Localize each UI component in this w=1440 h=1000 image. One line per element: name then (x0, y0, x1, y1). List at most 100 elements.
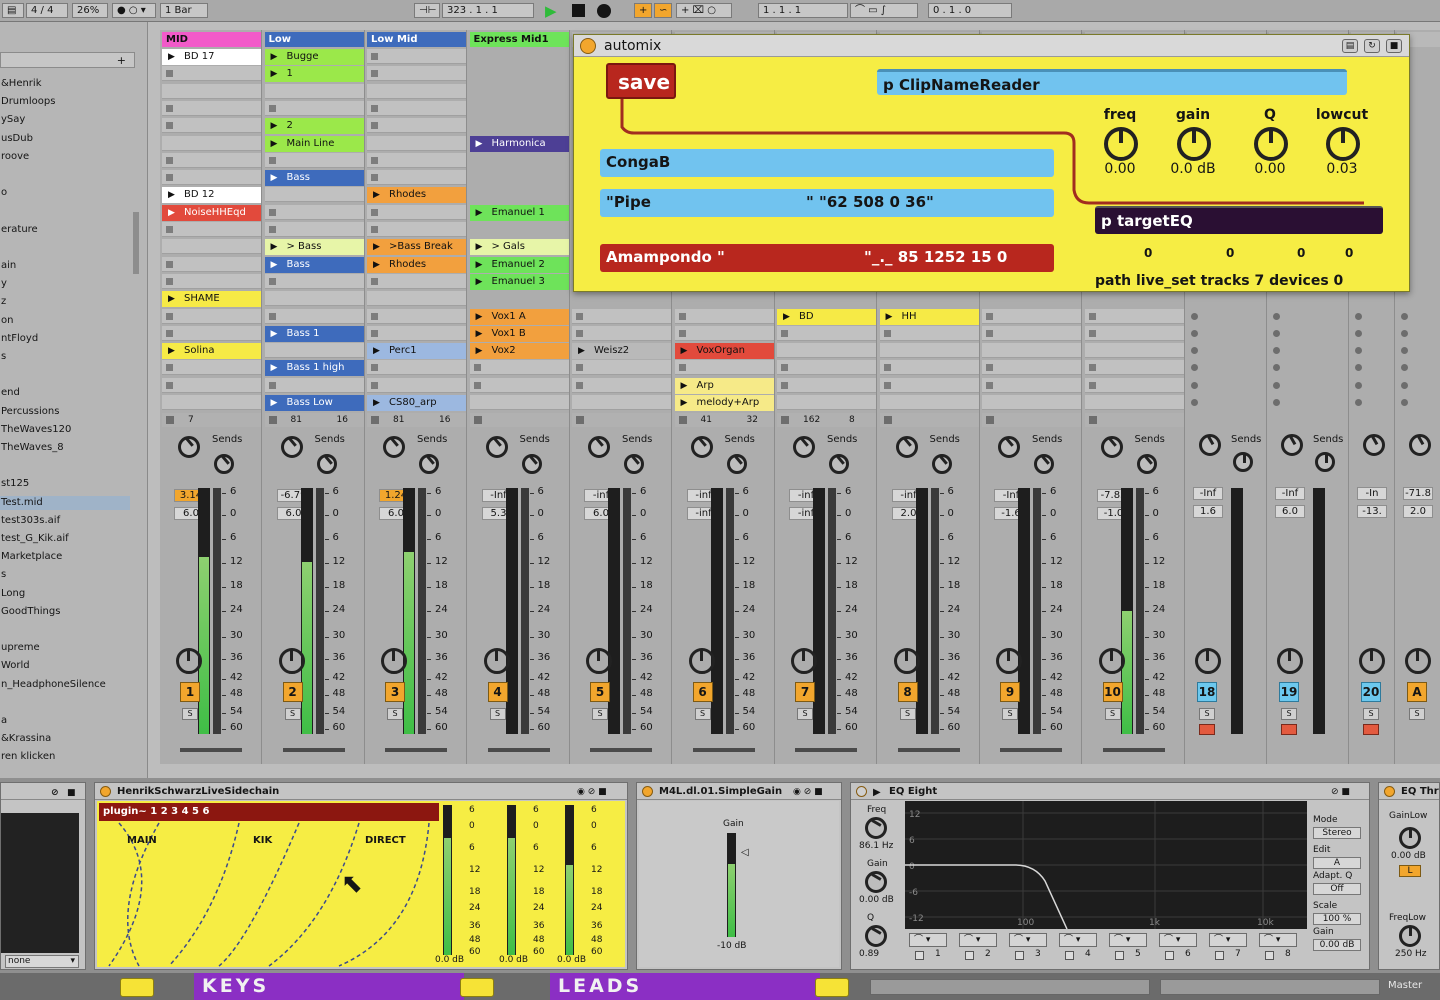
browser-item[interactable]: a (0, 714, 7, 728)
crossfade-assign[interactable] (385, 748, 447, 752)
track-activator[interactable]: 5 (590, 682, 610, 702)
stop-all-icon[interactable] (883, 416, 892, 424)
eq-band-filter-select[interactable]: ⌒ ▾ (1109, 933, 1147, 947)
clip-slot[interactable] (162, 66, 261, 82)
device-power-icon[interactable] (856, 786, 867, 797)
clip[interactable]: ▶ 2 (264, 118, 364, 135)
time-signature[interactable]: 4 / 4 (26, 3, 68, 18)
clipname-reader-object[interactable]: p ClipNameReader (877, 69, 1347, 95)
send-b-knob[interactable] (1315, 452, 1335, 472)
volume-fader[interactable] (213, 488, 221, 734)
send-b-knob[interactable] (419, 454, 439, 474)
return-activator[interactable]: 18 (1197, 682, 1217, 702)
clip-slot[interactable] (367, 100, 466, 116)
send-b-knob[interactable] (521, 454, 542, 474)
clip-stop-dot[interactable] (1401, 399, 1408, 406)
eq-option-value[interactable]: A (1313, 857, 1361, 869)
volume-value[interactable]: -Inf (1275, 487, 1305, 500)
clip[interactable]: ▶ Vox1 B (469, 325, 569, 342)
stop-icon[interactable] (678, 312, 686, 320)
clip-stop-dot[interactable] (1273, 312, 1280, 320)
send-b-knob[interactable] (829, 454, 849, 474)
clip-slot[interactable] (367, 118, 466, 134)
clip[interactable]: ▶ Emanuel 2 (469, 256, 569, 273)
clip[interactable]: ▶ BD (777, 308, 876, 325)
stop-icon[interactable] (268, 104, 276, 112)
clip[interactable]: ▶ Solina (162, 343, 261, 360)
browser-item[interactable]: usDub (0, 132, 33, 146)
message-box-amampondo[interactable]: Amampondo " "_._ 85 1252 15 0 (600, 244, 1054, 272)
send-a-knob[interactable] (793, 436, 815, 458)
solo-button[interactable]: S (592, 708, 608, 720)
browser-item[interactable]: end (0, 386, 20, 400)
stop-icon[interactable] (268, 312, 276, 320)
clip-slot[interactable] (162, 170, 261, 186)
clip-slot[interactable] (982, 360, 1081, 376)
browser-item[interactable]: GoodThings (0, 605, 60, 619)
stop-icon[interactable] (166, 122, 173, 130)
clip-slot[interactable] (162, 308, 261, 324)
pan-knob[interactable] (1359, 648, 1385, 674)
number-box[interactable]: 0 (1226, 246, 1234, 260)
browser-item[interactable]: y (0, 277, 7, 291)
volume-value[interactable]: -In (1357, 487, 1387, 500)
freqlow-knob[interactable] (1399, 925, 1421, 947)
send-a-knob[interactable] (1363, 434, 1385, 456)
stop-icon[interactable] (371, 174, 378, 182)
stop-icon[interactable] (883, 329, 891, 337)
play-icon[interactable]: ▶ (168, 49, 175, 65)
browser-item[interactable]: test303s.aif (0, 514, 60, 528)
send-a-knob[interactable] (895, 436, 918, 458)
clip-stop-dot[interactable] (1273, 381, 1280, 389)
stop-icon[interactable] (473, 364, 481, 372)
browser-item[interactable]: s (0, 568, 6, 582)
record-arm-button[interactable] (1363, 724, 1379, 735)
track-activator[interactable]: 8 (897, 682, 918, 702)
stop-icon[interactable] (576, 312, 583, 320)
clip-stop-dot[interactable] (1355, 329, 1362, 337)
pan-knob[interactable] (381, 648, 407, 674)
clip-slot[interactable] (367, 325, 466, 341)
send-a-knob[interactable] (280, 436, 303, 458)
stop-icon[interactable] (371, 381, 378, 389)
clip-stop-dot[interactable] (1273, 399, 1280, 406)
stop-icon[interactable] (678, 364, 686, 372)
clip[interactable]: ▶ BD 12 (162, 187, 261, 204)
eq-param-knob[interactable] (865, 817, 887, 839)
stop-icon[interactable] (166, 70, 173, 78)
eq-option-value[interactable]: 100 % (1313, 913, 1361, 925)
stop-all-icon[interactable] (986, 416, 994, 424)
overdub-button[interactable]: + (634, 3, 652, 18)
browser-item[interactable]: n_HeadphoneSilence (0, 678, 106, 692)
clip-slot[interactable] (264, 273, 364, 289)
clip-slot[interactable] (572, 377, 671, 393)
eq-option-value[interactable]: Off (1313, 883, 1361, 895)
eq-band-filter-select[interactable]: ⌒ ▾ (959, 933, 997, 947)
clip-stop-dot[interactable] (1355, 347, 1362, 355)
stop-all-icon[interactable] (371, 416, 379, 424)
clip[interactable]: ▶ Perc1 (367, 343, 466, 360)
pan-knob[interactable] (791, 648, 817, 674)
stop-icon[interactable] (268, 156, 276, 164)
play-icon[interactable]: ▶ (578, 343, 585, 359)
clip-slot[interactable] (264, 83, 364, 99)
send-b-knob[interactable] (931, 454, 952, 474)
clip-slot[interactable] (777, 343, 876, 359)
play-icon[interactable]: ▶ (476, 205, 483, 221)
clip-stop-dot[interactable] (1273, 329, 1280, 337)
clip[interactable]: ▶ SHAME (162, 291, 261, 308)
device-edit-icon[interactable]: ⊘ (51, 785, 59, 799)
crossfade-assign[interactable] (282, 748, 345, 752)
stop-all-icon[interactable] (166, 416, 174, 424)
play-icon[interactable]: ▶ (873, 784, 881, 799)
metronome-toggle[interactable]: ● ○ ▾ (112, 3, 156, 18)
clip-slot[interactable] (162, 118, 261, 134)
clip-slot[interactable] (572, 360, 671, 376)
clip-slot[interactable] (367, 204, 466, 220)
stop-icon[interactable] (371, 364, 378, 372)
clip[interactable]: ▶ melody+Arp (674, 395, 774, 411)
loop-start[interactable]: 1 . 1 . 1 (758, 3, 848, 18)
return-activator[interactable]: 19 (1279, 682, 1299, 702)
play-icon[interactable]: ▶ (783, 309, 790, 325)
stop-icon[interactable] (371, 70, 378, 78)
